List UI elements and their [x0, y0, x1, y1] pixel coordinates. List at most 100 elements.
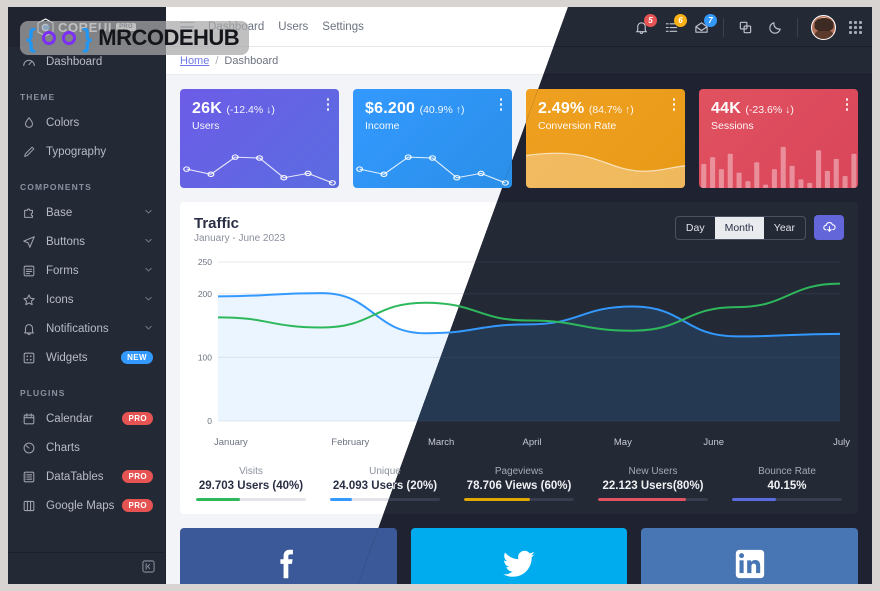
stat-card-sparkline [353, 140, 512, 188]
layers-icon-button[interactable] [737, 19, 754, 36]
sidebar-item-badge: PRO [122, 470, 153, 483]
sidebar-item-typography[interactable]: Typography [8, 137, 165, 166]
sidebar-footer [8, 552, 165, 584]
sidebar-item-forms[interactable]: Forms [8, 256, 165, 285]
traffic-stat-progress [732, 498, 842, 501]
header-link-users[interactable]: Users [278, 21, 308, 33]
traffic-stat-bounce-rate: Bounce Rate 40.15% [720, 466, 854, 501]
sidebar-item-base[interactable]: Base [8, 198, 165, 227]
watermark: { } MRCODEHUB [20, 21, 250, 55]
sidebar-item-label: Dashboard [46, 55, 103, 68]
traffic-stat-value: 29.703 Users (40%) [198, 480, 304, 492]
traffic-stat-value: 78.706 Views (60%) [466, 480, 572, 492]
range-button-day[interactable]: Day [676, 217, 715, 239]
social-card-twitter[interactable] [410, 528, 628, 584]
chart-pie-icon [20, 440, 37, 455]
moon-icon-button[interactable] [767, 19, 784, 36]
sidebar-item-google-maps[interactable]: Google Maps PRO [8, 491, 165, 520]
traffic-stat-label: Pageviews [494, 466, 544, 477]
stat-card-delta: (40.9% ↑) [419, 104, 465, 116]
sidebar-section-title: PLUGINS [20, 388, 66, 398]
range-button-year[interactable]: Year [764, 217, 805, 239]
kebab-menu-icon[interactable] [499, 98, 502, 113]
stat-card-header: $6.200 (40.9% ↑) [365, 100, 500, 118]
range-button-month[interactable]: Month [714, 216, 764, 239]
chevron-down-icon [144, 294, 153, 306]
puzzle-icon [20, 205, 37, 220]
sidebar-item-badge: PRO [122, 412, 153, 425]
stat-card-header: 2.49% (84.7% ↑) [538, 100, 673, 118]
svg-text:200: 200 [198, 289, 212, 299]
sidebar-item-icons[interactable]: Icons [8, 285, 165, 314]
sidebar-item-charts[interactable]: Charts [8, 433, 165, 462]
sidebar-item-widgets[interactable]: Widgets NEW [8, 343, 165, 372]
grid-dots-icon[interactable] [849, 20, 862, 34]
speedometer-icon [20, 54, 37, 69]
stat-card-label: Sessions [711, 120, 754, 132]
sidebar-item-calendar[interactable]: Calendar PRO [8, 404, 165, 433]
star-icon [20, 292, 37, 307]
map-icon [20, 498, 37, 513]
sidebar-item-label: Typography [46, 145, 107, 158]
chevron-down-icon [144, 265, 153, 277]
task-list-icon-button[interactable]: 6 [663, 13, 687, 36]
breadcrumb-separator: / [215, 54, 219, 67]
sidebar-section-title: THEME [20, 92, 56, 102]
header-link-settings[interactable]: Settings [322, 21, 364, 33]
svg-text:250: 250 [198, 257, 212, 267]
sidebar-item-notifications[interactable]: Notifications [8, 314, 165, 343]
kebab-menu-icon[interactable] [672, 98, 675, 113]
sidebar-item-badge: PRO [122, 499, 153, 512]
traffic-subtitle: January - June 2023 [194, 233, 286, 244]
traffic-stat-progress [464, 498, 574, 501]
twitter-icon [500, 545, 538, 583]
stat-card-label: Conversion Rate [538, 120, 617, 132]
stat-card-income[interactable]: $6.200 (40.9% ↑) Income [353, 89, 512, 188]
stat-card-value: 44K [711, 100, 741, 117]
envelope-open-icon-button[interactable]: 7 [693, 13, 717, 36]
sidebar-item-label: Notifications [46, 322, 109, 335]
traffic-stat-progress [598, 498, 708, 501]
traffic-stat-value: 22.123 Users(80%) [602, 480, 704, 492]
sidebar-item-label: Icons [46, 293, 74, 306]
breadcrumb-home[interactable]: Home [180, 55, 209, 67]
main-area: Dashboard Users Settings 5 6 7 [166, 7, 872, 584]
sidebar: COREUI PRO DashboardTHEMEColorsTypograph… [8, 7, 166, 584]
cloud-download-icon-button[interactable] [814, 215, 844, 240]
stat-card-delta: (84.7% ↑) [588, 104, 634, 116]
stat-card-delta: (-12.4% ↓) [226, 104, 275, 116]
stat-card-value: $6.200 [365, 100, 416, 117]
kebab-menu-icon[interactable] [326, 98, 329, 113]
traffic-stat-progress [196, 498, 306, 501]
bell-icon-button[interactable]: 5 [633, 13, 657, 36]
cursor-icon [20, 234, 37, 249]
sidebar-item-colors[interactable]: Colors [8, 108, 165, 137]
stat-card-conversion-rate[interactable]: 2.49% (84.7% ↑) Conversion Rate [526, 89, 685, 188]
stat-card-sparkline [699, 140, 858, 188]
stat-card-sessions[interactable]: 44K (-23.6% ↓) Sessions [699, 89, 858, 188]
stat-card-sparkline [180, 140, 339, 188]
sidebar-item-datatables[interactable]: DataTables PRO [8, 462, 165, 491]
header-divider [723, 17, 724, 37]
sidebar-section-title: COMPONENTS [20, 182, 92, 192]
social-card-linkedin[interactable] [641, 528, 859, 584]
sidebar-item-label: Google Maps [46, 499, 115, 512]
sidebar-nav: Dashboard THEME Colors Typography COMPONENTS… [8, 47, 165, 544]
task-list-icon-count-badge: 6 [674, 13, 687, 27]
watermark-text: MRCODEHUB [98, 25, 240, 50]
envelope-open-icon-count-badge: 7 [704, 13, 717, 27]
sidebar-item-buttons[interactable]: Buttons [8, 227, 165, 256]
notes-icon [20, 263, 37, 278]
bell-icon [20, 321, 37, 336]
stat-card-delta: (-23.6% ↓) [745, 104, 794, 116]
sidebar-collapse-icon[interactable] [142, 559, 155, 578]
sidebar-item-label: Buttons [46, 235, 85, 248]
sidebar-item-label: Widgets [46, 351, 88, 364]
stat-card-users[interactable]: 26K (-12.4% ↓) Users [180, 89, 339, 188]
kebab-menu-icon[interactable] [845, 98, 848, 113]
pencil-icon [20, 144, 37, 159]
watermark-logo-icon: { [26, 23, 37, 53]
breadcrumb-current: Dashboard [224, 54, 279, 67]
stat-card-value: 26K [192, 100, 222, 117]
svg-text:100: 100 [198, 353, 212, 363]
